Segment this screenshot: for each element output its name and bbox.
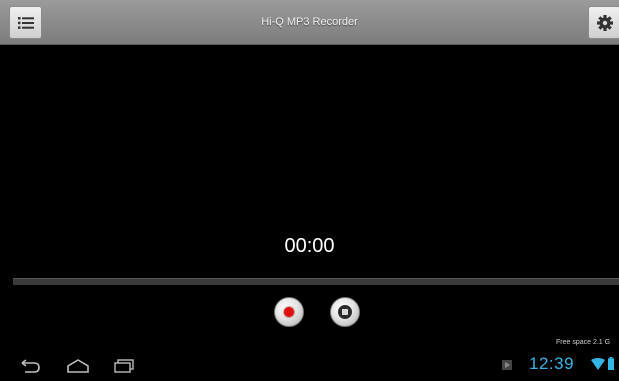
home-icon [67,359,89,373]
recording-progress-bar[interactable] [13,278,619,285]
notification-icon [502,360,512,370]
recent-apps-button[interactable] [110,356,138,376]
stop-icon [338,305,352,319]
battery-icon [608,357,614,370]
record-icon [284,307,294,317]
back-button[interactable] [16,356,44,376]
home-button[interactable] [64,356,92,376]
clock: 12:39 [529,354,575,373]
recorder-screen: Hi-Q MP3 Recorder 00:00 Free space 2.1 G… [0,0,619,381]
stop-button[interactable] [330,297,360,327]
free-space-label: Free space 2.1 G [556,339,611,346]
action-bar: Hi-Q MP3 Recorder [0,0,619,45]
app-title: Hi-Q MP3 Recorder [261,16,358,28]
elapsed-time: 00:00 [284,235,335,257]
gear-icon [596,14,613,31]
record-button[interactable] [274,297,304,327]
recent-apps-icon [114,359,134,373]
settings-button[interactable] [588,6,619,39]
status-area[interactable]: 12:39 [500,354,619,376]
wifi-icon [591,358,605,370]
stop-icon-square [342,309,348,315]
back-icon [21,359,40,373]
